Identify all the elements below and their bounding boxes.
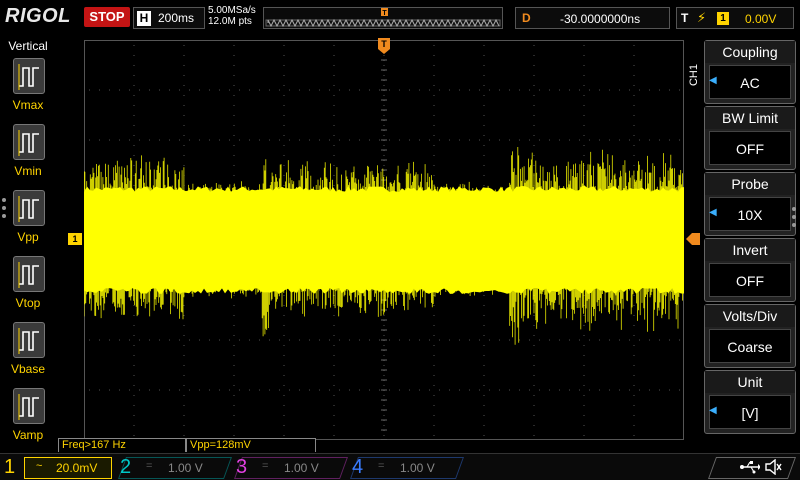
menu-bw-limit[interactable]: BW Limit OFF xyxy=(704,106,796,170)
rising-edge-icon: ⚡ xyxy=(697,10,707,25)
brand-logo: RIGOL xyxy=(5,5,71,27)
trigger-position-label: T xyxy=(381,39,387,49)
menu-unit[interactable]: Unit [V] ◀ xyxy=(704,370,796,434)
measure-panel-title: Vertical xyxy=(8,39,48,53)
vtop-icon xyxy=(18,262,39,288)
ch3-number: 3 xyxy=(236,456,248,478)
menu-item-title: Coupling xyxy=(705,41,795,63)
vpp-icon xyxy=(18,196,39,222)
measure-vamp-button[interactable] xyxy=(13,388,45,424)
measure-vmax-button[interactable] xyxy=(13,58,45,94)
delay-display[interactable]: D -30.0000000ns xyxy=(515,7,670,29)
ch2-status[interactable]: 2 = 1.00 V xyxy=(117,454,233,480)
menu-probe[interactable]: Probe 10X ◀ xyxy=(704,172,796,236)
run-stop-button[interactable]: STOP xyxy=(84,7,130,27)
ch4-number: 4 xyxy=(352,456,364,478)
menu-item-title: BW Limit xyxy=(705,107,795,129)
freq-result[interactable]: Freq>167 Hz xyxy=(58,438,186,452)
measure-vmin-label: Vmin xyxy=(14,164,42,178)
top-status-bar: RIGOL STOP H 200ms 5.00MSa/s 12.0M pts T… xyxy=(0,0,800,36)
trigger-position-marker[interactable]: T xyxy=(378,38,390,54)
measure-panel: Vertical Vmax Vmin Vpp Vtop Vbase Vamp xyxy=(0,36,56,442)
menu-volts-div[interactable]: Volts/Div Coarse xyxy=(704,304,796,368)
measure-vtop-label: Vtop xyxy=(15,296,41,310)
trigger-label: T xyxy=(681,11,689,25)
channel-status-bar: 1 ~ 20.0mV 2 = 1.00 V 3 = 1.00 V 4 = 1.0… xyxy=(0,453,800,480)
vbase-icon xyxy=(18,328,39,354)
vpp-result[interactable]: Vpp=128mV xyxy=(186,438,316,452)
timebase-display[interactable]: H 200ms xyxy=(133,7,205,29)
memory-trigger-marker: T xyxy=(382,10,387,17)
ch2-number: 2 xyxy=(120,456,132,478)
knob-select-icon: ◀ xyxy=(709,207,717,218)
sample-rate: 5.00MSa/s xyxy=(208,5,256,16)
memory-overview-bar[interactable]: T xyxy=(263,7,503,29)
ch4-scale: 1.00 V xyxy=(400,461,435,475)
ch3-coupling-icon: = xyxy=(262,460,269,472)
menu-item-value: Coarse xyxy=(709,329,791,363)
trigger-display[interactable]: T ⚡ 1 0.00V xyxy=(676,7,794,29)
measure-vbase-button[interactable] xyxy=(13,322,45,358)
vmax-icon xyxy=(18,64,39,90)
menu-item-title: Invert xyxy=(705,239,795,261)
status-icons xyxy=(700,454,800,480)
timebase-label: H xyxy=(137,11,151,26)
measure-vpp-label: Vpp xyxy=(17,230,39,244)
speaker-mute-icon[interactable] xyxy=(764,459,782,475)
ch1-number: 1 xyxy=(4,456,16,478)
delay-label: D xyxy=(522,11,531,25)
menu-item-value: 10X xyxy=(709,197,791,231)
acquisition-info: 5.00MSa/s 12.0M pts xyxy=(208,5,256,27)
menu-item-title: Unit xyxy=(705,371,795,393)
memory-depth: 12.0M pts xyxy=(208,16,252,27)
ch3-status[interactable]: 3 = 1.00 V xyxy=(233,454,349,480)
vamp-icon xyxy=(18,394,39,420)
menu-item-value: OFF xyxy=(709,263,791,297)
memory-overview-graphic: T xyxy=(265,8,501,28)
measure-vbase-label: Vbase xyxy=(10,362,46,376)
channel-menu: Coupling AC ◀ BW Limit OFF Probe 10X ◀ Invert OFF… xyxy=(704,40,800,436)
timebase-value: 200ms xyxy=(158,11,195,25)
ch1-coupling-icon: ~ xyxy=(36,460,43,472)
delay-value: -30.0000000ns xyxy=(560,12,641,26)
ch1-ground-marker[interactable]: 1 xyxy=(68,233,82,245)
menu-item-value: AC xyxy=(709,65,791,99)
measure-vamp-label: Vamp xyxy=(12,428,44,442)
knob-select-icon: ◀ xyxy=(709,405,717,416)
menu-channel-tab: CH1 xyxy=(688,64,700,87)
measure-vmax-label: Vmax xyxy=(12,98,44,112)
trigger-level-marker[interactable] xyxy=(686,233,700,245)
ch4-status[interactable]: 4 = 1.00 V xyxy=(349,454,465,480)
measurement-results: Freq>167 Hz Vpp=128mV xyxy=(58,438,318,452)
ch2-scale: 1.00 V xyxy=(168,461,203,475)
menu-item-value: [V] xyxy=(709,395,791,429)
menu-item-title: Volts/Div xyxy=(705,305,795,327)
usb-icon xyxy=(740,461,760,474)
waveform-display[interactable] xyxy=(84,40,684,440)
menu-invert[interactable]: Invert OFF xyxy=(704,238,796,302)
ch2-coupling-icon: = xyxy=(146,460,153,472)
ch4-coupling-icon: = xyxy=(378,460,385,472)
menu-item-title: Probe xyxy=(705,173,795,195)
ch3-scale: 1.00 V xyxy=(284,461,319,475)
trigger-level: 0.00V xyxy=(745,12,777,26)
vmin-icon xyxy=(18,130,39,156)
knob-select-icon: ◀ xyxy=(709,75,717,86)
menu-item-value: OFF xyxy=(709,131,791,165)
menu-coupling[interactable]: Coupling AC ◀ xyxy=(704,40,796,104)
left-panel-scroll-indicator xyxy=(2,198,6,222)
trigger-source: 1 xyxy=(717,12,729,25)
right-menu-scroll-indicator xyxy=(792,207,796,231)
ch1-status[interactable]: 1 ~ 20.0mV xyxy=(4,454,114,480)
measure-vmin-button[interactable] xyxy=(13,124,45,160)
ch1-scale: 20.0mV xyxy=(56,461,98,475)
measure-vpp-button[interactable] xyxy=(13,190,45,226)
measure-vtop-button[interactable] xyxy=(13,256,45,292)
